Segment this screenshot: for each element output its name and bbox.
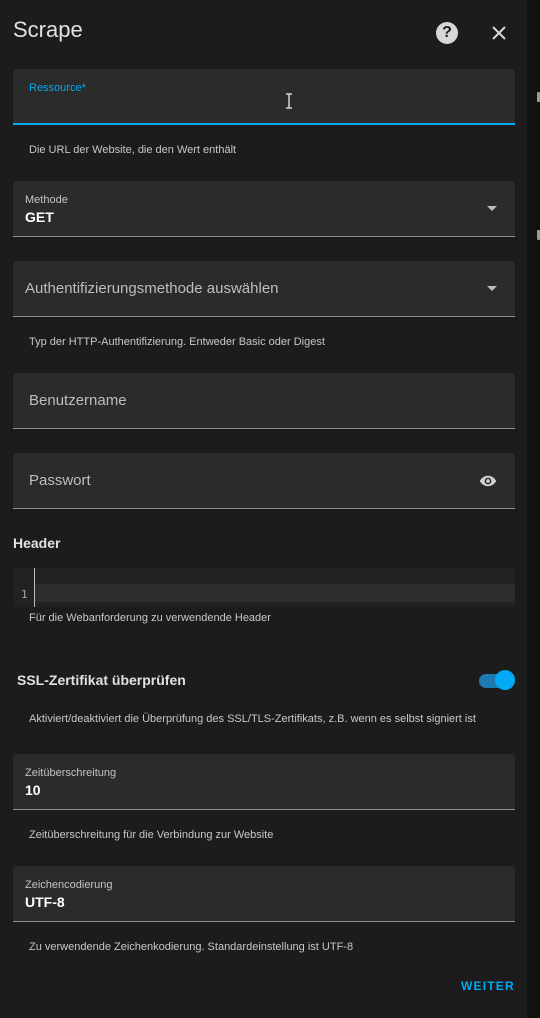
encoding-label: Zeichencodierung [25,879,113,891]
resource-helper: Die URL der Website, die den Wert enthäl… [29,144,237,156]
timeout-field[interactable]: Zeitüberschreitung 10 [13,754,515,810]
encoding-value[interactable]: UTF-8 [25,894,65,910]
toggle-thumb [495,670,515,690]
headers-helper: Für die Webanforderung zu verwendende He… [29,612,271,624]
code-gutter: 1 [13,568,35,607]
encoding-helper: Zu verwendende Zeichenkodierung. Standar… [29,941,354,953]
resource-label: Ressource* [29,82,86,94]
timeout-label: Zeitüberschreitung [25,767,117,779]
scrape-dialog: Scrape ? Ressource* Die URL der Website,… [0,0,527,1018]
password-placeholder: Passwort [29,472,91,489]
weiter-button[interactable]: WEITER [461,979,515,993]
auth-method-placeholder: Authentifizierungsmethode auswählen [25,280,279,297]
auth-method-helper: Typ der HTTP-Authentifizierung. Entweder… [29,336,325,348]
method-select[interactable]: Methode GET [13,181,515,237]
chevron-down-icon [487,206,497,211]
username-placeholder: Benutzername [29,392,127,409]
username-field[interactable]: Benutzername [13,373,515,429]
help-icon[interactable]: ? [436,22,458,44]
ssl-verify-label: SSL-Zertifikat überprüfen [17,672,186,688]
code-line-active[interactable] [35,584,515,602]
method-label: Methode [25,194,68,206]
password-field[interactable]: Passwort [13,453,515,509]
headers-code-editor[interactable]: 1 [13,568,515,607]
chevron-down-icon [487,286,497,291]
close-icon[interactable] [488,22,510,44]
eye-icon[interactable] [479,472,497,495]
encoding-field[interactable]: Zeichencodierung UTF-8 [13,866,515,922]
method-value: GET [25,209,54,225]
ssl-verify-helper: Aktiviert/deaktiviert die Überprüfung de… [29,713,476,725]
line-number: 1 [21,588,28,601]
text-cursor-icon [285,93,293,114]
background-overlay [527,0,540,1018]
timeout-value[interactable]: 10 [25,782,41,798]
resource-field[interactable]: Ressource* [13,69,515,125]
ssl-verify-toggle[interactable] [479,670,515,692]
headers-title: Header [13,535,61,551]
dialog-title: Scrape [13,17,83,42]
timeout-helper: Zeitüberschreitung für die Verbindung zu… [29,829,274,841]
auth-method-select[interactable]: Authentifizierungsmethode auswählen [13,261,515,317]
